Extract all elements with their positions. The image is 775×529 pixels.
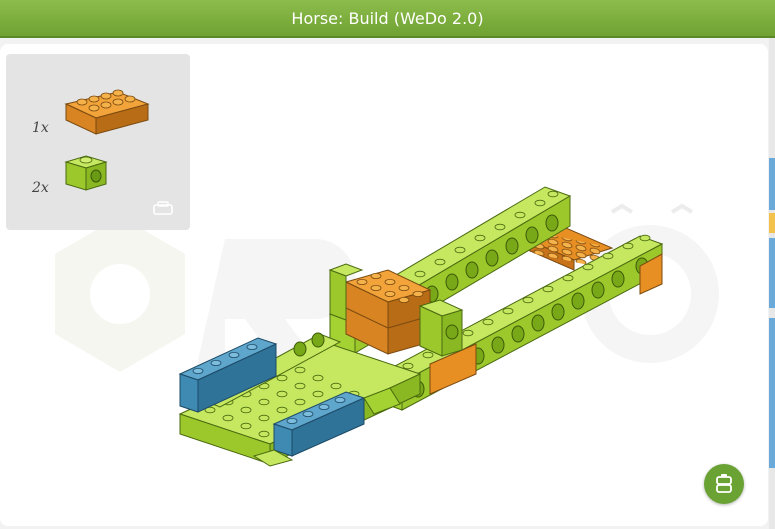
build-canvas: 1x 2x: [0, 44, 768, 526]
brick-icon: [716, 474, 732, 493]
title-bar: Horse: Build (WeDo 2.0): [0, 0, 775, 38]
parts-list-fab-button[interactable]: [704, 464, 744, 504]
window-title: Horse: Build (WeDo 2.0): [291, 8, 484, 28]
build-step-model-illustration: [178, 186, 664, 467]
right-edge-strip: [769, 38, 775, 529]
